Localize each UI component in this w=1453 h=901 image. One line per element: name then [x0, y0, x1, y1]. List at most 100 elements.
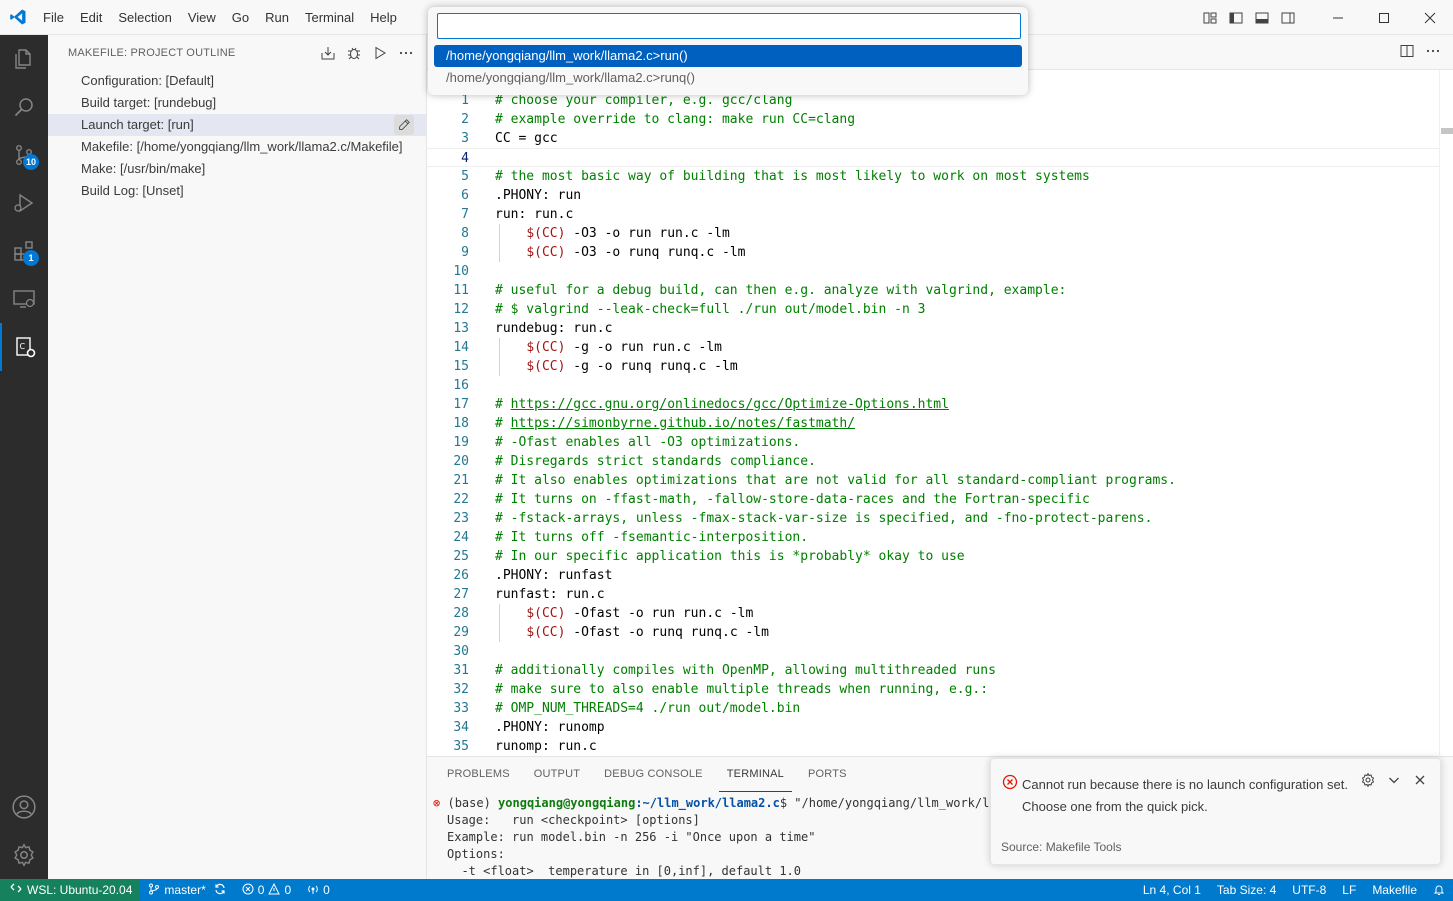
outline-item-configuration[interactable]: Configuration: [Default]: [48, 70, 426, 92]
line-number: 25: [453, 549, 469, 564]
ports-indicator[interactable]: 0: [299, 879, 338, 901]
code-line[interactable]: 8 $(CC) -O3 -o run run.c -lm: [427, 224, 1439, 243]
toggle-panel-icon[interactable]: [1249, 0, 1275, 35]
code-line[interactable]: 6 .PHONY: run: [427, 186, 1439, 205]
code-line[interactable]: 13 rundebug: run.c: [427, 319, 1439, 338]
menu-run[interactable]: Run: [257, 0, 297, 35]
collapse-chevron-down-icon[interactable]: [1386, 772, 1402, 791]
code-line[interactable]: 20 # Disregards strict standards complian…: [427, 452, 1439, 471]
terminal[interactable]: ⊗ (base) yongqiang@yongqiang:~/llm_work/…: [433, 795, 1011, 880]
code-line[interactable]: 24 # It turns off -fsemantic-interpositio…: [427, 528, 1439, 547]
code-line[interactable]: 34 .PHONY: runomp: [427, 718, 1439, 737]
encoding[interactable]: UTF-8: [1284, 879, 1334, 901]
code-line[interactable]: 28 $(CC) -Ofast -o run run.c -lm: [427, 604, 1439, 623]
code-line[interactable]: 16: [427, 376, 1439, 395]
tab-size[interactable]: Tab Size: 4: [1209, 879, 1284, 901]
customize-layout-icon[interactable]: [1197, 0, 1223, 35]
outline-item-build-log[interactable]: Build Log: [Unset]: [48, 180, 426, 202]
menu-file[interactable]: File: [35, 0, 72, 35]
tab-debug-console[interactable]: DEBUG CONSOLE: [596, 757, 711, 792]
remote-indicator[interactable]: WSL: Ubuntu-20.04: [0, 879, 141, 901]
split-editor-icon[interactable]: [1399, 43, 1415, 62]
close-window-icon[interactable]: [1407, 0, 1453, 35]
code-line[interactable]: 29 $(CC) -Ofast -o runq runq.c -lm: [427, 623, 1439, 642]
menu-help[interactable]: Help: [362, 0, 405, 35]
extensions-icon[interactable]: 1: [0, 227, 48, 275]
code-line[interactable]: 18 # https://simonbyrne.github.io/notes/f…: [427, 414, 1439, 433]
code-line[interactable]: 14 $(CC) -g -o run run.c -lm: [427, 338, 1439, 357]
build-icon[interactable]: [318, 43, 338, 63]
quick-pick: /home/yongqiang/llm_work/llama2.c>run() …: [428, 7, 1028, 95]
code-area[interactable]: 1 # choose your compiler, e.g. gcc/clang 2…: [427, 91, 1439, 756]
menu-terminal[interactable]: Terminal: [297, 0, 362, 35]
quick-pick-item-run[interactable]: /home/yongqiang/llm_work/llama2.c>run(): [434, 45, 1022, 67]
code-line[interactable]: 17 # https://gcc.gnu.org/onlinedocs/gcc/O…: [427, 395, 1439, 414]
tab-ports[interactable]: PORTS: [800, 757, 855, 792]
code-line[interactable]: 4: [427, 148, 1439, 167]
toggle-primary-sidebar-icon[interactable]: [1223, 0, 1249, 35]
sync-icon[interactable]: [214, 883, 226, 898]
menu-go[interactable]: Go: [224, 0, 257, 35]
tab-problems[interactable]: PROBLEMS: [439, 757, 518, 792]
code-line[interactable]: 5 # the most basic way of building that i…: [427, 167, 1439, 186]
tab-output[interactable]: OUTPUT: [526, 757, 588, 792]
code-line[interactable]: 11 # useful for a debug build, can then e…: [427, 281, 1439, 300]
notifications-bell-icon[interactable]: [1425, 879, 1453, 901]
code-line[interactable]: 7 run: run.c: [427, 205, 1439, 224]
code-line[interactable]: 23 # -fstack-arrays, unless -fmax-stack-v…: [427, 509, 1439, 528]
language-mode[interactable]: Makefile: [1364, 879, 1425, 901]
code-text: runfast: run.c: [495, 587, 605, 602]
code-line[interactable]: 35 runomp: run.c: [427, 737, 1439, 756]
outline-item-launch-target[interactable]: Launch target: [run]: [48, 114, 426, 136]
code-line[interactable]: 2 # example override to clang: make run C…: [427, 110, 1439, 129]
minimize-icon[interactable]: [1315, 0, 1361, 35]
tab-terminal[interactable]: TERMINAL: [718, 757, 792, 792]
makefile-tools-icon[interactable]: C: [0, 323, 48, 371]
code-line[interactable]: 25 # In our specific application this is …: [427, 547, 1439, 566]
run-play-icon[interactable]: [370, 43, 390, 63]
code-line[interactable]: 26 .PHONY: runfast: [427, 566, 1439, 585]
code-line[interactable]: 3 CC = gcc: [427, 129, 1439, 148]
toggle-secondary-sidebar-icon[interactable]: [1275, 0, 1301, 35]
code-line[interactable]: 10: [427, 262, 1439, 281]
code-line[interactable]: 31 # additionally compiles with OpenMP, a…: [427, 661, 1439, 680]
remote-explorer-icon[interactable]: [0, 275, 48, 323]
code-line[interactable]: 27 runfast: run.c: [427, 585, 1439, 604]
maximize-icon[interactable]: [1361, 0, 1407, 35]
code-line[interactable]: 19 # -Ofast enables all -O3 optimizations…: [427, 433, 1439, 452]
code-line[interactable]: 33 # OMP_NUM_THREADS=4 ./run out/model.bi…: [427, 699, 1439, 718]
code-line[interactable]: 9 $(CC) -O3 -o runq runq.c -lm: [427, 243, 1439, 262]
code-line[interactable]: 30: [427, 642, 1439, 661]
code-line[interactable]: 21 # It also enables optimizations that a…: [427, 471, 1439, 490]
run-debug-icon[interactable]: [0, 179, 48, 227]
accounts-icon[interactable]: [0, 783, 48, 831]
outline-item-build-target[interactable]: Build target: [rundebug]: [48, 92, 426, 114]
editor-scrollbar[interactable]: [1439, 70, 1453, 755]
cursor-position[interactable]: Ln 4, Col 1: [1135, 879, 1209, 901]
menu-edit[interactable]: Edit: [72, 0, 110, 35]
end-of-line[interactable]: LF: [1334, 879, 1364, 901]
outline-item-makefile[interactable]: Makefile: [/home/yongqiang/llm_work/llam…: [48, 136, 426, 158]
outline-item-make[interactable]: Make: [/usr/bin/make]: [48, 158, 426, 180]
edit-pencil-icon[interactable]: [394, 115, 414, 135]
code-line[interactable]: 32 # make sure to also enable multiple th…: [427, 680, 1439, 699]
menu-view[interactable]: View: [180, 0, 224, 35]
quick-pick-item-runq[interactable]: /home/yongqiang/llm_work/llama2.c>runq(): [434, 67, 1022, 89]
notification-settings-gear-icon[interactable]: [1360, 772, 1376, 791]
code-line[interactable]: 22 # It turns on -ffast-math, -fallow-sto…: [427, 490, 1439, 509]
quick-pick-input[interactable]: [437, 13, 1021, 39]
explorer-icon[interactable]: [0, 35, 48, 83]
close-notification-icon[interactable]: [1412, 772, 1428, 791]
more-actions-icon[interactable]: [396, 43, 416, 63]
source-control-icon[interactable]: 10: [0, 131, 48, 179]
line-number: 10: [453, 264, 469, 279]
code-line[interactable]: 15 $(CC) -g -o runq runq.c -lm: [427, 357, 1439, 376]
debug-bug-icon[interactable]: [344, 43, 364, 63]
menu-selection[interactable]: Selection: [110, 0, 179, 35]
code-line[interactable]: 12 # $ valgrind --leak-check=full ./run o…: [427, 300, 1439, 319]
search-icon[interactable]: [0, 83, 48, 131]
manage-gear-icon[interactable]: [0, 831, 48, 879]
problems-indicator[interactable]: 0 0: [234, 879, 299, 901]
git-branch[interactable]: master*: [140, 879, 233, 901]
editor-more-actions-icon[interactable]: [1425, 43, 1441, 62]
